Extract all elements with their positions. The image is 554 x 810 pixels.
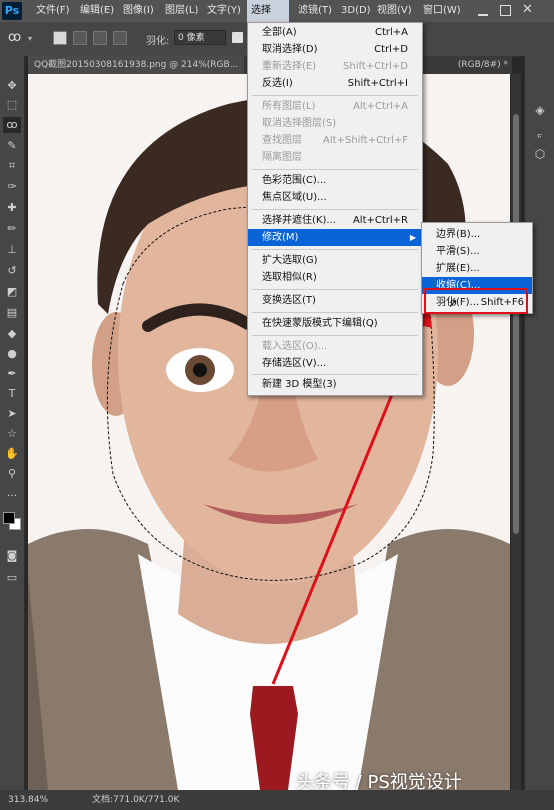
subtract-selection-button[interactable] <box>93 31 107 45</box>
maximize-icon[interactable] <box>500 5 511 16</box>
close-icon[interactable]: ✕ <box>522 2 533 17</box>
blur-tool-icon[interactable]: ◆ <box>3 326 21 342</box>
menu-item-all[interactable]: 全部(A) Ctrl+A <box>248 24 422 41</box>
menu-image[interactable]: 图像(I) <box>119 0 158 22</box>
submenu-item-expand[interactable]: 扩展(E)... <box>422 260 532 277</box>
screen-mode-icon[interactable]: ▭ <box>3 570 21 586</box>
menu-item-similar[interactable]: 选取相似(R) <box>248 269 422 286</box>
feather-annotation-box <box>424 288 528 314</box>
shape-tool-icon[interactable]: ☆ <box>3 426 21 442</box>
menu-item-isolate-layers[interactable]: 隔离图层 <box>248 149 422 166</box>
mouse-cursor-icon: ➚ <box>448 296 459 310</box>
menu-item-inverse[interactable]: 反选(I) Shift+Ctrl+I <box>248 75 422 92</box>
marquee-tool-icon[interactable]: ⬚ <box>3 97 21 113</box>
watermark-text: 头条号 / PS视觉设计 <box>296 772 462 793</box>
menu-item-load-selection[interactable]: 载入选区(O)... <box>248 338 422 355</box>
brush-tool-icon[interactable]: ✏ <box>3 221 21 237</box>
menu-item-focus-area[interactable]: 焦点区域(U)... <box>248 189 422 206</box>
document-tab[interactable]: QQ截图20150308161938.png @ 214%(RGB... <box>28 56 245 74</box>
intersect-selection-button[interactable] <box>113 31 127 45</box>
menu-item-deselect[interactable]: 取消选择(D) Ctrl+D <box>248 41 422 58</box>
zoom-level[interactable]: 313.84% <box>8 790 48 810</box>
menu-window[interactable]: 窗口(W) <box>419 0 465 22</box>
menu-item-modify[interactable]: 修改(M) ▶ <box>248 229 422 246</box>
lasso-tool-icon[interactable]: ꝏ <box>3 117 21 133</box>
minimize-icon[interactable] <box>478 4 488 16</box>
anti-alias-checkbox[interactable] <box>232 32 243 43</box>
menu-layer[interactable]: 图层(L) <box>161 0 202 22</box>
submenu-item-smooth[interactable]: 平滑(S)... <box>422 243 532 260</box>
photoshop-logo: Ps <box>2 2 22 20</box>
document-tab-second[interactable]: (RGB/8#) * <box>458 56 508 74</box>
history-brush-tool-icon[interactable]: ↺ <box>3 263 21 279</box>
more-tools-icon[interactable]: ··· <box>3 488 21 504</box>
move-tool-icon[interactable]: ✥ <box>3 78 21 94</box>
foreground-color-swatch[interactable] <box>3 512 15 524</box>
eyedropper-tool-icon[interactable]: ✑ <box>3 179 21 195</box>
properties-panel-icon[interactable]: ⬡ <box>532 146 548 162</box>
menu-type[interactable]: 文字(Y) <box>203 0 245 22</box>
hand-tool-icon[interactable]: ✋ <box>3 446 21 462</box>
chevron-down-icon[interactable]: ▾ <box>28 34 32 43</box>
menu-bar: Ps 文件(F) 编辑(E) 图像(I) 图层(L) 文字(Y) 选择(S) 滤… <box>0 0 554 38</box>
menu-file[interactable]: 文件(F) <box>32 0 74 22</box>
tools-panel: ✥ ⬚ ꝏ ✎ ⌗ ✑ ✚ ✏ ⊥ ↺ ◩ ▤ ◆ ● ✒ T ➤ ☆ ✋ ⚲ … <box>0 56 25 790</box>
lasso-tool-icon[interactable]: ꝏ <box>8 30 21 45</box>
gradient-tool-icon[interactable]: ▤ <box>3 305 21 321</box>
menu-item-transform-selection[interactable]: 变换选区(T) <box>248 292 422 309</box>
select-menu-dropdown: 全部(A) Ctrl+A 取消选择(D) Ctrl+D 重新选择(E) Shift+C… <box>247 22 423 396</box>
scrollbar-thumb[interactable] <box>513 114 519 534</box>
feather-input[interactable]: 0 像素 <box>174 30 226 45</box>
submenu-item-border[interactable]: 边界(B)... <box>422 226 532 243</box>
menu-item-deselect-layers[interactable]: 取消选择图层(S) <box>248 115 422 132</box>
dodge-tool-icon[interactable]: ● <box>3 346 21 362</box>
status-bar: 313.84% 文档:771.0K/771.0K <box>0 790 554 810</box>
adjustments-panel-icon[interactable]: ⟔ <box>532 126 548 142</box>
menu-item-grow[interactable]: 扩大选取(G) <box>248 252 422 269</box>
menu-select[interactable]: 选择(S) <box>247 0 289 38</box>
healing-brush-tool-icon[interactable]: ✚ <box>3 200 21 216</box>
path-select-tool-icon[interactable]: ➤ <box>3 406 21 422</box>
menu-item-new-3d-model[interactable]: 新建 3D 模型(3) <box>248 376 422 393</box>
type-tool-icon[interactable]: T <box>3 386 21 402</box>
menu-item-reselect[interactable]: 重新选择(E) Shift+Ctrl+D <box>248 58 422 75</box>
menu-edit[interactable]: 编辑(E) <box>76 0 118 22</box>
submenu-arrow-icon: ▶ <box>409 233 416 242</box>
layers-panel-icon[interactable]: ◈ <box>532 102 548 118</box>
menu-filter[interactable]: 滤镜(T) <box>294 0 336 22</box>
menu-item-color-range[interactable]: 色彩范围(C)... <box>248 172 422 189</box>
quick-select-tool-icon[interactable]: ✎ <box>3 138 21 154</box>
menu-item-select-and-mask[interactable]: 选择并遮住(K)... Alt+Ctrl+R <box>248 212 422 229</box>
panel-dock: ◈ ⟔ ⬡ <box>524 56 554 790</box>
menu-3d[interactable]: 3D(D) <box>337 0 375 22</box>
clone-stamp-tool-icon[interactable]: ⊥ <box>3 242 21 258</box>
pen-tool-icon[interactable]: ✒ <box>3 366 21 382</box>
menu-view[interactable]: 视图(V) <box>373 0 416 22</box>
menu-item-all-layers[interactable]: 所有图层(L) Alt+Ctrl+A <box>248 98 422 115</box>
crop-tool-icon[interactable]: ⌗ <box>3 158 21 174</box>
eraser-tool-icon[interactable]: ◩ <box>3 284 21 300</box>
vertical-scrollbar[interactable] <box>511 74 521 790</box>
document-info: 文档:771.0K/771.0K <box>92 795 180 805</box>
new-selection-button[interactable] <box>53 31 67 45</box>
menu-item-save-selection[interactable]: 存储选区(V)... <box>248 355 422 372</box>
zoom-tool-icon[interactable]: ⚲ <box>3 466 21 482</box>
feather-label: 羽化: <box>146 36 170 47</box>
add-selection-button[interactable] <box>73 31 87 45</box>
menu-item-quick-mask[interactable]: 在快速蒙版模式下编辑(Q) <box>248 315 422 332</box>
menu-item-find-layers[interactable]: 查找图层 Alt+Shift+Ctrl+F <box>248 132 422 149</box>
quick-mask-icon[interactable]: ◙ <box>3 548 21 564</box>
